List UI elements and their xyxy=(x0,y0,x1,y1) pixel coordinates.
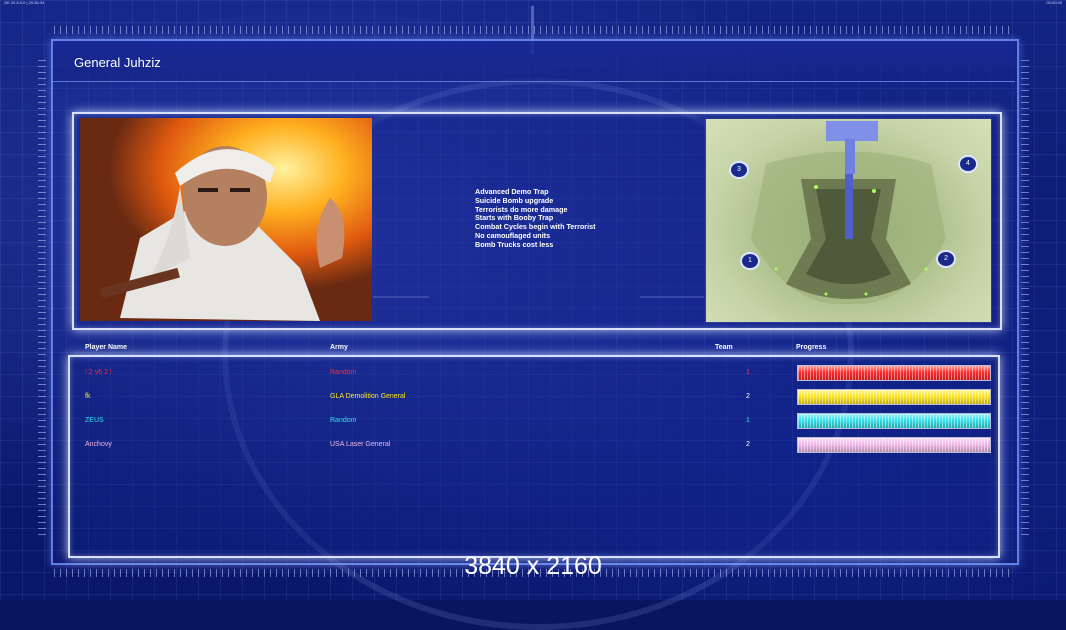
player-table-panel xyxy=(68,355,1000,558)
map-preview: 1 2 3 4 xyxy=(705,118,992,323)
progress-bar-fill xyxy=(798,366,990,380)
table-row: ! 2 v6 2 ! Random 1 xyxy=(70,363,994,383)
start-position-1[interactable]: 1 xyxy=(740,252,760,270)
general-portrait xyxy=(80,118,372,321)
column-header-team: Team xyxy=(715,344,733,351)
table-row: ZEUS Random 1 xyxy=(70,411,994,431)
player-team: 2 xyxy=(746,441,750,448)
progress-bar xyxy=(797,437,991,453)
column-header-player: Player Name xyxy=(85,344,128,351)
general-traits-list: Advanced Demo Trap Suicide Bomb upgrade … xyxy=(475,187,595,250)
player-name: fk xyxy=(85,393,91,400)
player-army: GLA Demolition General xyxy=(330,393,406,400)
status-right: 00:00:00 xyxy=(1046,0,1062,5)
table-row: Anchovy USA Laser General 2 xyxy=(70,435,994,455)
start-position-2[interactable]: 2 xyxy=(936,250,956,268)
player-team: 1 xyxy=(746,417,750,424)
player-team: 1 xyxy=(746,369,750,376)
right-ruler xyxy=(1021,60,1029,540)
progress-bar xyxy=(797,413,991,429)
player-army: USA Laser General xyxy=(330,441,391,448)
player-name: ! 2 v6 2 ! xyxy=(85,369,112,376)
top-ruler xyxy=(54,26,1014,34)
resolution-label: 3840 x 2160 xyxy=(464,552,602,580)
player-army: Random xyxy=(330,369,357,376)
column-header-army: Army xyxy=(330,344,348,351)
column-header-progress: Progress xyxy=(796,344,827,351)
player-name: Anchovy xyxy=(85,441,112,448)
progress-bar-fill xyxy=(798,414,990,428)
table-row: fk GLA Demolition General 2 xyxy=(70,387,994,407)
player-name: ZEUS xyxy=(85,417,104,424)
status-left: GE 20.6.0.0 | 20:36:34 xyxy=(4,0,45,5)
general-title: General Juhziz xyxy=(74,55,161,70)
left-ruler xyxy=(38,60,46,540)
progress-bar-fill xyxy=(798,390,990,404)
player-army: Random xyxy=(330,417,357,424)
map-terrain xyxy=(751,121,946,305)
start-position-3[interactable]: 3 xyxy=(729,161,749,179)
player-team: 2 xyxy=(746,393,750,400)
trait-line: Bomb Trucks cost less xyxy=(475,239,554,249)
start-position-4[interactable]: 4 xyxy=(958,155,978,173)
progress-bar xyxy=(797,389,991,405)
progress-bar-fill xyxy=(798,438,990,452)
progress-bar xyxy=(797,365,991,381)
title-bar xyxy=(53,41,1015,82)
portrait-image xyxy=(80,118,372,321)
